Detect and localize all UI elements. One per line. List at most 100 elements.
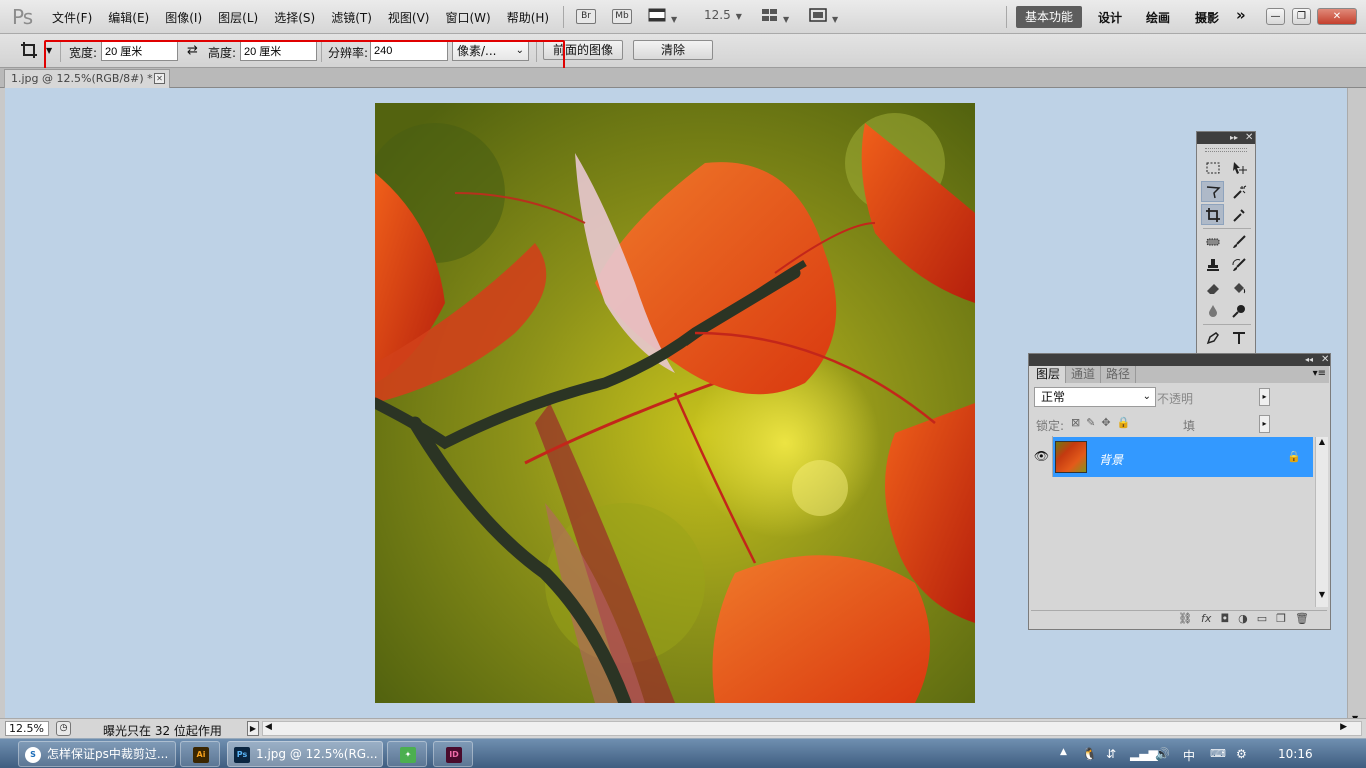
menu-layer[interactable]: 图层(L) [218,9,258,26]
main-menu: 文件(F) 编辑(E) 图像(I) 图层(L) 选择(S) 滤镜(T) 视图(V… [52,9,549,26]
dodge-icon [1231,304,1245,318]
canvas-vertical-scrollbar[interactable]: ▼ [1347,88,1366,723]
tab-paths[interactable]: 路径 [1101,366,1137,383]
link-layers-icon[interactable]: ⛓ [1178,611,1192,627]
move-icon [1232,161,1247,174]
volume-icon[interactable]: 🔊 [1155,747,1170,761]
brush-tool[interactable] [1227,231,1250,252]
adjustment-layer-icon[interactable]: ◑ [1238,611,1248,627]
arrange-documents-dropdown[interactable]: ▼ [761,8,789,25]
keyboard-icon[interactable]: ⌨ [1210,747,1226,760]
spot-healing-tool[interactable] [1201,231,1224,252]
pen-icon [1206,331,1219,344]
workspace-design[interactable]: 设计 [1098,9,1122,26]
close-panel-icon[interactable]: ✕ [1321,354,1329,366]
menu-image[interactable]: 图像(I) [165,9,202,26]
workspace-painting[interactable]: 绘画 [1146,9,1170,26]
panel-menu-icon[interactable]: ▾≡ [1313,368,1326,379]
taskbar-browser[interactable]: S 怎样保证ps中裁剪过... [18,741,176,767]
photoshop-icon: Ps [234,747,250,763]
menu-window[interactable]: 窗口(W) [445,9,490,26]
pen-tool[interactable] [1201,327,1224,348]
settings-icon[interactable]: ⚙ [1236,747,1247,761]
taskbar-app-green[interactable]: ✦ [387,741,427,767]
crop-tool-preset-picker[interactable]: ▼ [20,41,52,62]
clone-stamp-tool[interactable] [1201,254,1224,275]
marquee-tool[interactable] [1201,157,1224,178]
browser-icon: S [25,747,41,763]
system-clock[interactable]: 10:16 [1278,747,1313,761]
menu-view[interactable]: 视图(V) [388,9,430,26]
canvas-horizontal-scrollbar[interactable]: ◀ ▶ [262,721,1362,736]
mini-bridge-button[interactable]: Mb [612,9,632,24]
menu-help[interactable]: 帮助(H) [507,9,549,26]
network-icon[interactable]: ▂▄▆ [1130,747,1158,761]
eyedropper-tool[interactable] [1227,204,1250,225]
clear-button[interactable]: 清除 [633,40,713,60]
history-brush-icon [1232,257,1246,271]
history-brush-tool[interactable] [1227,254,1250,275]
delete-layer-icon[interactable]: 🗑 [1295,611,1309,627]
workspace-essentials[interactable]: 基本功能 [1016,6,1082,28]
zoom-level-field[interactable]: 12.5% [5,721,49,736]
menu-filter[interactable]: 滤镜(T) [331,9,372,26]
ime-indicator[interactable]: 中 [1183,747,1195,764]
document-image[interactable] [375,103,975,703]
layers-panel-tabs: 图层 通道 路径 [1031,366,1329,383]
close-button[interactable]: ✕ [1317,8,1357,25]
menu-edit[interactable]: 编辑(E) [108,9,149,26]
new-group-icon[interactable]: ▭ [1257,611,1267,627]
move-tool[interactable] [1227,157,1250,178]
show-hidden-icons[interactable]: ▲ [1060,747,1067,757]
tab-layers[interactable]: 图层 [1031,366,1067,383]
blend-mode-select[interactable]: 正常 ⌄ [1034,387,1156,407]
view-extras-dropdown[interactable]: ▼ [648,8,677,25]
menu-file[interactable]: 文件(F) [52,9,92,26]
bandage-icon [1206,238,1219,245]
type-tool[interactable] [1227,327,1250,348]
lock-options[interactable]: ⊠✎✥🔒 [1071,416,1136,429]
collapse-icon[interactable]: ▸▸ [1230,132,1238,144]
taskbar-photoshop[interactable]: Ps 1.jpg @ 12.5%(RG... [227,741,383,767]
taskbar-indesign[interactable]: ID [433,741,473,767]
layers-panel: ◂◂ ✕ 图层 通道 路径 ▾≡ 正常 ⌄ 不透明 ▸ 锁定: ⊠✎✥🔒 填 ▸… [1028,353,1331,630]
layers-panel-header[interactable]: ◂◂ ✕ [1029,354,1330,366]
add-mask-icon[interactable]: ◘ [1220,611,1229,627]
fill-slider-toggle[interactable]: ▸ [1259,415,1270,433]
more-workspaces-icon[interactable]: » [1236,6,1246,24]
droplet-icon [1208,304,1217,317]
collapse-icon[interactable]: ◂◂ [1305,354,1313,366]
taskbar-illustrator[interactable]: Ai [180,741,220,767]
status-info-icon[interactable]: ◷ [56,721,71,736]
status-menu-button[interactable]: ▶ [247,721,259,736]
tab-channels[interactable]: 通道 [1066,366,1102,383]
bridge-button[interactable]: Br [576,9,596,24]
crop-tool[interactable] [1201,204,1224,225]
workspace-photography[interactable]: 摄影 [1195,9,1219,26]
paint-bucket-tool[interactable] [1227,277,1250,298]
usb-icon[interactable]: ⇵ [1106,747,1116,761]
menu-select[interactable]: 选择(S) [274,9,315,26]
new-layer-icon[interactable]: ❐ [1276,611,1286,627]
magic-wand-tool[interactable] [1227,181,1250,202]
restore-button[interactable]: ❐ [1292,8,1311,25]
tools-panel-header[interactable]: ▸▸ ✕ [1197,132,1255,144]
close-panel-icon[interactable]: ✕ [1245,132,1253,144]
dodge-tool[interactable] [1227,300,1250,321]
lasso-tool[interactable] [1201,181,1224,202]
minimize-icon: — [1270,11,1281,22]
document-tab[interactable]: 1.jpg @ 12.5%(RGB/8#) * ✕ [4,69,170,88]
blur-tool[interactable] [1201,300,1224,321]
document-tab-title: 1.jpg @ 12.5%(RGB/8#) * [11,72,153,85]
eraser-tool[interactable] [1201,277,1224,298]
minimize-button[interactable]: — [1266,8,1285,25]
screen-mode-dropdown[interactable]: ▼ [809,8,838,25]
close-tab-icon[interactable]: ✕ [154,73,165,84]
layers-scrollbar[interactable]: ▲ ▼ [1315,437,1328,607]
layer-style-icon[interactable]: fx [1201,611,1211,627]
opacity-slider-toggle[interactable]: ▸ [1259,388,1270,406]
zoom-dropdown[interactable]: 12.5 ▼ [704,8,742,22]
panel-grip[interactable] [1205,148,1247,152]
layer-visibility-eye-icon[interactable]: 👁 [1031,436,1053,477]
qq-icon[interactable]: 🐧 [1082,747,1097,761]
